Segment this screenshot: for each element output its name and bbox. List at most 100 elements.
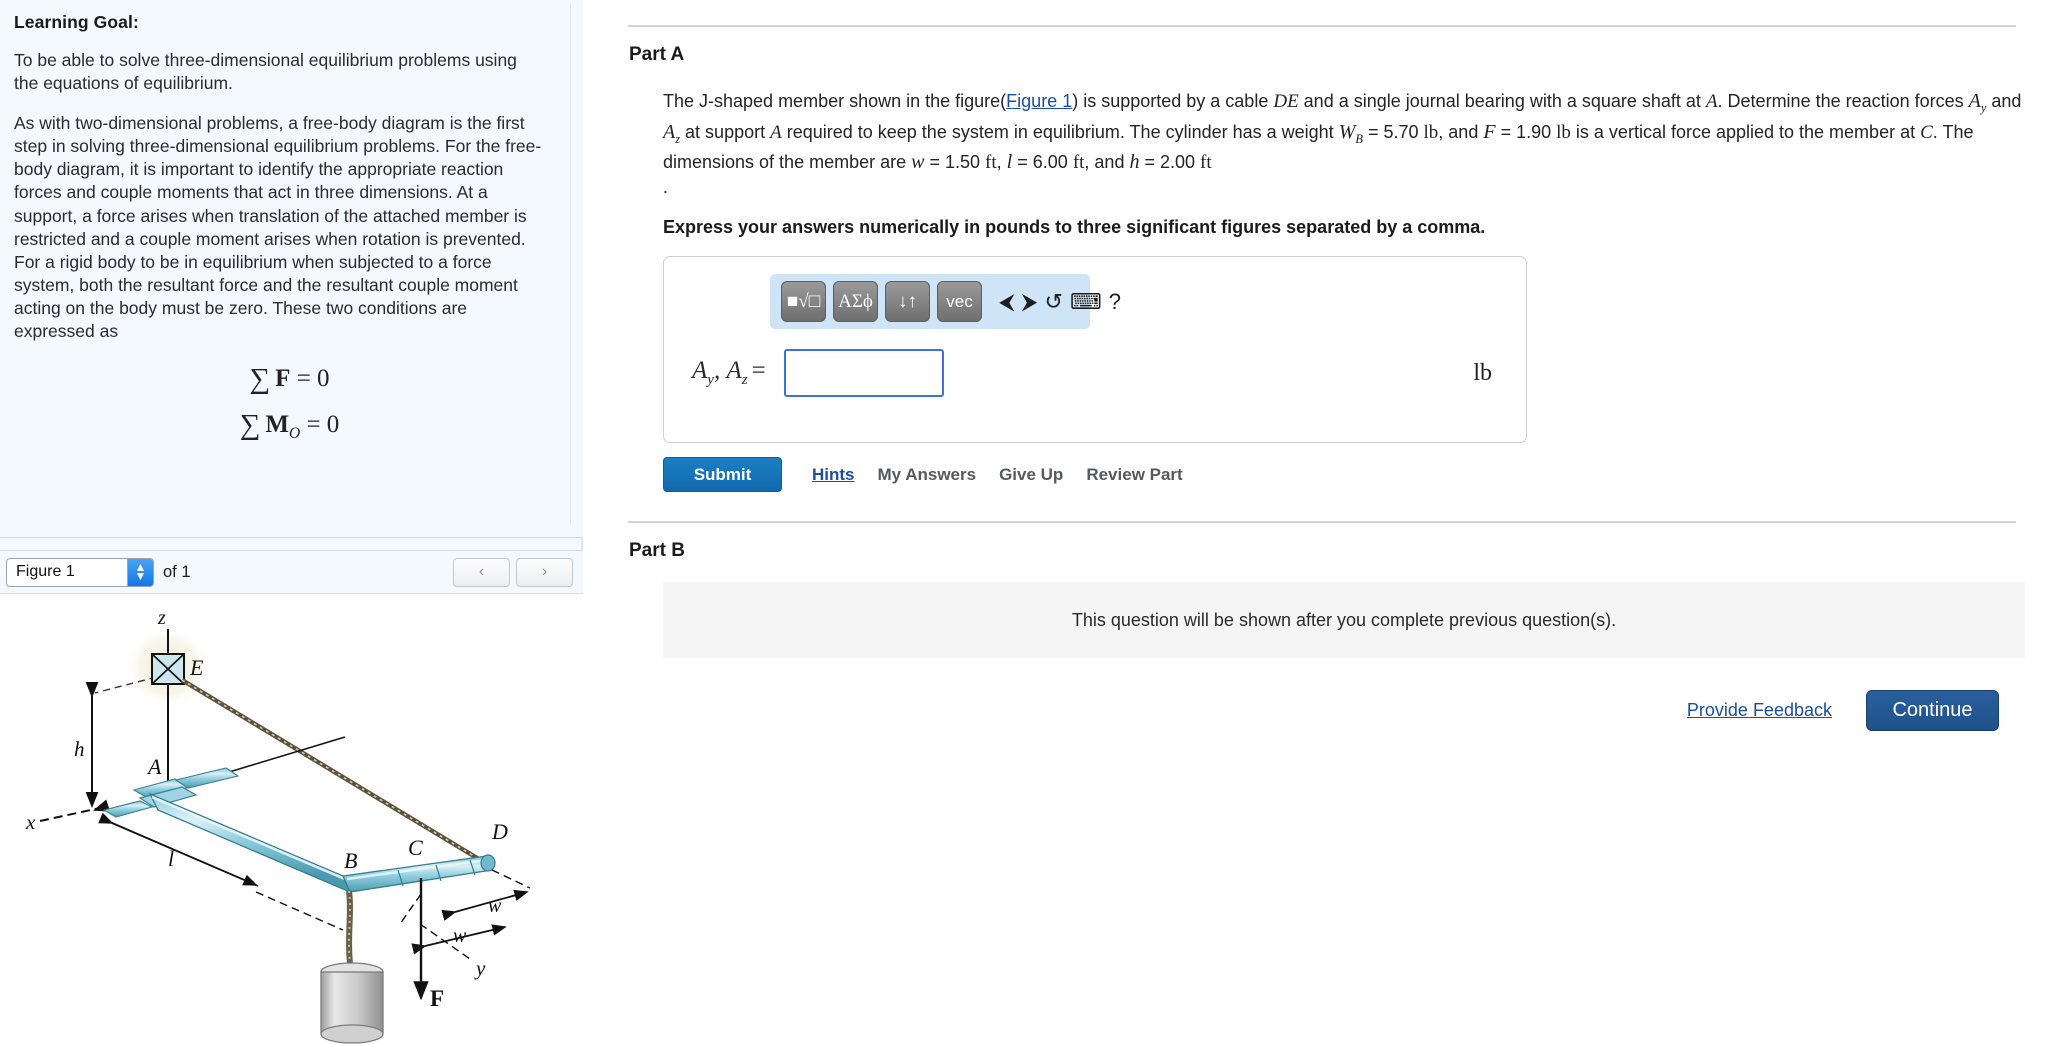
figure-prev-button[interactable]: ‹	[453, 557, 510, 587]
dimension-h-symbol: h	[1129, 151, 1140, 174]
part-a-actions: Submit Hints My Answers Give Up Review P…	[663, 457, 2026, 493]
part-a-question-text: The J-shaped member shown in the figure(…	[663, 87, 2026, 177]
arrows-button[interactable]: ↓↑	[885, 281, 930, 323]
force-f-symbol: F	[1483, 120, 1496, 143]
figure-label-x: x	[25, 810, 36, 834]
undo-icon[interactable]: ⮜	[999, 281, 1015, 322]
give-up-link[interactable]: Give Up	[999, 465, 1063, 485]
l-value: 6.00	[1032, 152, 1068, 173]
question-text-mid2: and a single journal bearing with a squa…	[1298, 91, 1706, 111]
point-a-label-2: A	[770, 121, 782, 143]
math-input-toolbar: ■√□ ΑΣϕ ↓↑ vec ⮜ ⮞ ↺ ⌨ ?	[770, 274, 1121, 330]
question-text-pre: The J-shaped member shown in the figure(	[663, 91, 1007, 111]
divider-top	[628, 25, 2016, 27]
figure-label-w-inner: w	[453, 925, 467, 947]
figure-nav: ‹ ›	[453, 557, 573, 587]
point-c-label: C	[1920, 121, 1933, 143]
question-trailing-dot: .	[663, 177, 669, 198]
provide-feedback-link[interactable]: Provide Feedback	[1687, 700, 1832, 721]
figure-image-container[interactable]: h z E x A B C D l F w w y	[0, 594, 583, 1044]
greek-symbols-button[interactable]: ΑΣϕ	[833, 281, 878, 323]
weight-equals: =	[1362, 121, 1384, 142]
question-text-mid7: , and	[1438, 121, 1484, 142]
j-shaped-member-diagram: h z E x A B C D l F w w y	[25, 607, 531, 1044]
help-icon[interactable]: ?	[1109, 281, 1121, 322]
footer-actions: Provide Feedback Continue	[613, 690, 2026, 732]
h-unit: ft	[1200, 152, 1212, 174]
force-value: 1.90	[1516, 121, 1552, 142]
point-a-label: A	[1705, 91, 1718, 112]
answer-variable-label: Ay, Az =	[692, 357, 766, 389]
hints-link[interactable]: Hints	[812, 465, 855, 485]
learning-goal-paragraph-2: As with two-dimensional problems, a free…	[14, 113, 542, 249]
figure-label-z: z	[157, 607, 166, 629]
continue-button[interactable]: Continue	[1866, 690, 1999, 732]
answer-card: ■√□ ΑΣϕ ↓↑ vec ⮜ ⮞ ↺ ⌨ ? Ay, Az = lb	[663, 256, 1527, 444]
weight-unit: lb	[1423, 121, 1439, 143]
part-a-heading: Part A	[629, 44, 685, 65]
question-text-mid3: . Determine the reaction forces	[1717, 91, 1969, 111]
h-value: 2.00	[1159, 152, 1196, 173]
figure-label-B: B	[344, 848, 357, 873]
force-unit: lb	[1556, 121, 1571, 143]
my-answers-link[interactable]: My Answers	[878, 465, 977, 485]
answer-instruction: Express your answers numerically in poun…	[663, 217, 1486, 238]
question-text-mid1: ) is supported by a cable	[1072, 91, 1274, 111]
dimension-w-symbol: w	[911, 151, 925, 174]
part-b-heading: Part B	[629, 540, 685, 562]
figure-select[interactable]: Figure 1 ▲ ▼	[6, 557, 154, 587]
learning-goal-heading: Learning Goal:	[14, 12, 139, 32]
w-value: 1.50	[944, 152, 981, 173]
part-b-locked-box: This question will be shown after you co…	[663, 582, 2025, 659]
reaction-ay-symbol: Ay	[1968, 90, 1987, 115]
divider-mid	[628, 521, 2016, 524]
redo-icon[interactable]: ⮞	[1022, 281, 1038, 322]
answer-unit-label: lb	[1473, 359, 1492, 386]
left-panel: Learning Goal: To be able to solve three…	[0, 0, 583, 1044]
figure-label-D: D	[491, 819, 508, 844]
question-text-mid8: is a vertical force applied to the membe…	[1570, 121, 1921, 142]
h-equals: =	[1139, 152, 1160, 173]
part-b-locked-message: This question will be shown after you co…	[1071, 609, 1617, 630]
math-template-button[interactable]: ■√□	[781, 281, 826, 323]
page-root: Learning Goal: To be able to solve three…	[0, 0, 2046, 1044]
figure-count-label: of 1	[163, 562, 191, 581]
figure-label-F: F	[430, 986, 444, 1011]
learning-goal-paragraph-1: To be able to solve three-dimensional eq…	[14, 50, 517, 94]
l-unit: ft	[1072, 152, 1085, 174]
right-panel: Part A The J-shaped member shown in the …	[583, 0, 2046, 1044]
weight-wb-symbol: WB	[1338, 120, 1363, 146]
reaction-az-symbol: Az	[663, 120, 681, 146]
equation-sum-forces: ∑ F = 0	[249, 363, 330, 396]
learning-goal-panel: Learning Goal: To be able to solve three…	[0, 0, 583, 538]
figure-label-l: l	[168, 846, 174, 871]
figure-label-E: E	[189, 655, 204, 680]
w-equals: =	[924, 152, 945, 173]
answer-input[interactable]	[783, 349, 944, 398]
submit-button[interactable]: Submit	[663, 457, 782, 493]
question-text-mid4: and	[1986, 91, 2022, 111]
figure-selector-bar: Figure 1 ▲ ▼ of 1 ‹ ›	[0, 550, 583, 594]
left-panel-scrollbar[interactable]	[570, 4, 577, 524]
reset-icon[interactable]: ↺	[1045, 281, 1063, 322]
figure-label-y: y	[474, 956, 486, 980]
figure-next-button[interactable]: ›	[516, 557, 573, 587]
figure-label-A: A	[146, 754, 162, 779]
figure-select-value: Figure 1	[16, 563, 75, 580]
force-equals: =	[1495, 121, 1517, 142]
review-part-link[interactable]: Review Part	[1086, 465, 1182, 485]
figure-label-w-outer: w	[488, 895, 502, 917]
question-text-mid5: at support	[680, 121, 771, 142]
learning-goal-paragraph-3: For a rigid body to be in equilibrium wh…	[14, 251, 518, 342]
weight-value: 5.70	[1383, 121, 1419, 142]
figure-1-link[interactable]: Figure 1	[1006, 91, 1072, 111]
question-text-mid11: , and	[1084, 152, 1130, 173]
sqrt-template-icon: ■√□	[786, 290, 821, 312]
question-text-mid6: required to keep the system in equilibri…	[781, 121, 1339, 142]
equilibrium-equations: ∑ F = 0 ∑ MO = 0	[14, 363, 565, 443]
answer-row: Ay, Az = lb	[664, 349, 1526, 398]
vector-button[interactable]: vec	[937, 281, 982, 323]
figure-label-C: C	[408, 835, 423, 860]
w-unit: ft	[985, 152, 997, 174]
keyboard-icon[interactable]: ⌨	[1070, 281, 1102, 322]
